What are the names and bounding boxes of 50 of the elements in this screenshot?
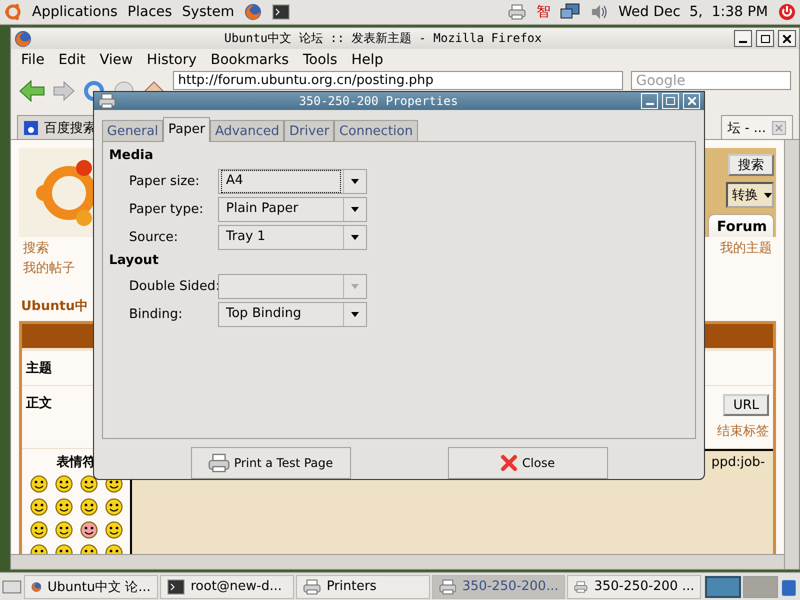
browser-tab[interactable]: 坛 - ... <box>720 115 793 139</box>
menu-item[interactable]: Edit <box>58 52 86 68</box>
dialog-title: 350-250-200 Properties <box>298 94 459 108</box>
menu-item[interactable]: Bookmarks <box>210 52 289 68</box>
menu-item[interactable]: View <box>100 52 133 68</box>
dialog-tab[interactable]: Driver <box>284 120 334 141</box>
section-heading: Media <box>109 148 154 163</box>
menu-item[interactable]: History <box>146 52 197 68</box>
dialog-tab[interactable]: Paper <box>163 117 210 142</box>
dialog-tab[interactable]: General <box>102 120 164 141</box>
search-button[interactable]: 搜索 <box>728 154 774 176</box>
menu-item[interactable]: Help <box>351 52 384 68</box>
forum-title: Ubuntu中 <box>21 298 88 315</box>
row-label: 正文 <box>26 394 52 412</box>
menu-item[interactable]: File <box>21 52 44 68</box>
encoding-select[interactable]: 转换 <box>726 182 774 208</box>
panel-menu[interactable]: Places <box>128 4 172 20</box>
field-label: Paper type: <box>129 202 204 217</box>
panel-menu[interactable]: System <box>182 4 234 20</box>
menu-item[interactable]: Tools <box>302 52 338 68</box>
field-label: Source: <box>129 230 180 245</box>
window-title: Ubuntu中文 论坛 :: 发表新主题 - Mozilla Firefox <box>223 30 543 47</box>
row-label: 主题 <box>26 360 52 377</box>
url-button[interactable]: URL <box>723 394 769 416</box>
dialog-tab[interactable]: Connection <box>334 120 418 141</box>
taskbar-button[interactable]: Printers <box>296 574 430 598</box>
dropdown[interactable]: Top Binding <box>218 302 367 327</box>
field-label: Binding: <box>129 307 184 322</box>
page-link[interactable]: 我的帖子 <box>23 259 75 277</box>
print-test-page-button[interactable]: Print a Test Page <box>190 447 350 479</box>
page-link[interactable]: 搜索 <box>23 239 75 257</box>
clock[interactable]: Wed Dec 5, 1:38 PM <box>618 4 768 20</box>
close-dialog-button[interactable]: Close <box>448 447 608 479</box>
field-label: Double Sided: <box>129 279 218 294</box>
address-field[interactable]: http://forum.ubuntu.org.cn/posting.php <box>173 71 623 90</box>
input-method-indicator[interactable]: 智 <box>536 3 550 21</box>
page-link[interactable]: 我的主题 <box>720 239 772 257</box>
forum-tab[interactable]: Forum <box>708 214 774 237</box>
dropdown[interactable]: Plain Paper <box>218 197 367 222</box>
dropdown[interactable]: A4 <box>218 169 367 194</box>
taskbar-button[interactable]: 350-250-200... <box>432 574 566 598</box>
close-tags-link[interactable]: 结束标签 <box>717 422 769 440</box>
panel-menu[interactable]: Applications <box>32 4 118 20</box>
dropdown[interactable]: Tray 1 <box>218 225 367 250</box>
taskbar-button[interactable]: root@new-d... <box>160 574 294 598</box>
taskbar-button[interactable]: Ubuntu中文 论... <box>24 574 158 598</box>
field-label: Paper size: <box>129 174 201 189</box>
dialog-tab[interactable]: Advanced <box>210 120 284 141</box>
taskbar-button[interactable]: 350-250-200 ... <box>567 574 702 598</box>
section-heading: Layout <box>109 253 160 268</box>
